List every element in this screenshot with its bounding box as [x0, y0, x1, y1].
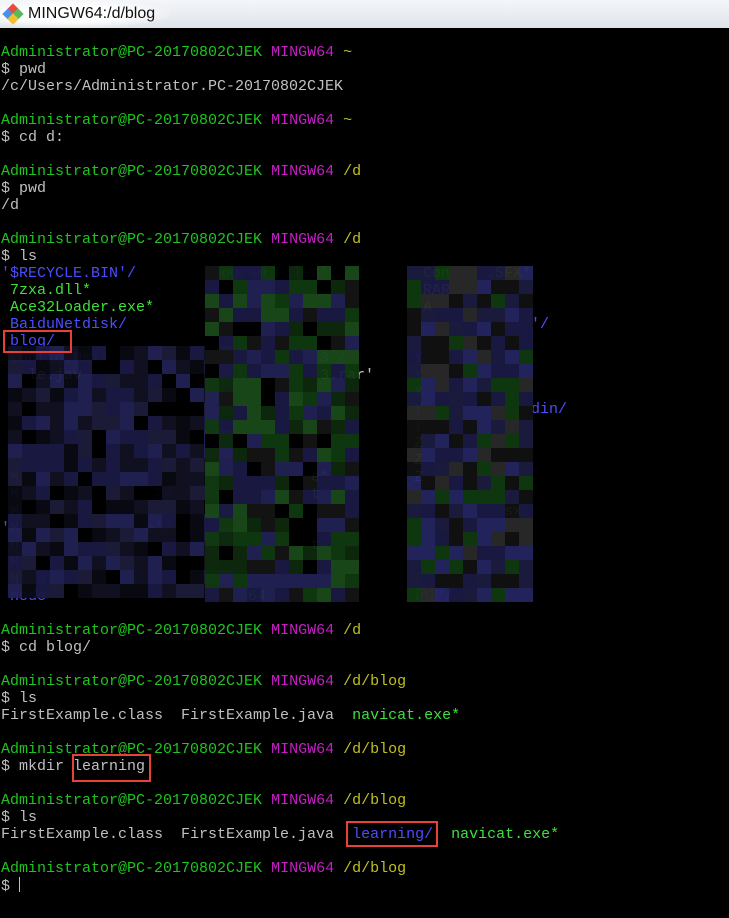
prompt-env: MINGW64 [271, 231, 335, 248]
prompt-line: Administrator@PC-20170802CJEK MINGW64 /d [1, 231, 559, 248]
prompt-path: ~ [343, 44, 353, 61]
window-title: MINGW64:/d/blog [28, 5, 156, 22]
prompt-user: Administrator@PC-20170802CJEK [1, 792, 263, 809]
prompt-path: /d [343, 622, 362, 639]
command-line: $ ls [1, 690, 559, 707]
text-cursor[interactable] [19, 877, 21, 892]
command-line: $ cd blog/ [1, 639, 559, 656]
output-text: /d [1, 197, 20, 214]
command-text: $ ls [1, 690, 38, 707]
prompt-user: Administrator@PC-20170802CJEK [1, 44, 263, 61]
prompt-path: /d [343, 163, 362, 180]
highlight-learning-dir [346, 821, 438, 847]
ls-entry: Ace32Loader.exe* [1, 299, 155, 316]
prompt-line: Administrator@PC-20170802CJEK MINGW64 /d… [1, 673, 559, 690]
prompt-path: /d/blog [343, 741, 407, 758]
output-text: /c/Users/Administrator.PC-20170802CJEK [1, 78, 344, 95]
prompt-line: Administrator@PC-20170802CJEK MINGW64 ~ [1, 112, 559, 129]
input-line: $ [1, 877, 559, 895]
prompt-user: Administrator@PC-20170802CJEK [1, 112, 263, 129]
output-text: navicat.exe* [451, 826, 560, 843]
highlight-learning-arg [72, 754, 151, 782]
command-line: $ cd d: [1, 129, 559, 146]
mosaic-block [407, 266, 533, 602]
prompt-line: Administrator@PC-20170802CJEK MINGW64 ~ [1, 44, 559, 61]
prompt-user: Administrator@PC-20170802CJEK [1, 860, 263, 877]
output-line: FirstExample.class FirstExample.java nav… [1, 707, 559, 724]
output-text: FirstExample.class FirstExample.java [1, 826, 353, 843]
title-bar: MINGW64:/d/blog [0, 0, 729, 28]
prompt-env: MINGW64 [271, 112, 335, 129]
command-text: $ cd d: [1, 129, 65, 146]
command-line: $ ls [1, 248, 559, 265]
prompt-user: Administrator@PC-20170802CJEK [1, 163, 263, 180]
prompt-line: Administrator@PC-20170802CJEK MINGW64 /d [1, 163, 559, 180]
prompt-env: MINGW64 [271, 622, 335, 639]
command-text: $ ls [1, 809, 38, 826]
command-line: $ pwd [1, 180, 559, 197]
output-line: FirstExample.class FirstExample.java lea… [1, 826, 559, 843]
command-line: $ ls [1, 809, 559, 826]
prompt-symbol: $ [1, 878, 20, 895]
prompt-user: Administrator@PC-20170802CJEK [1, 231, 263, 248]
output-text: FirstExample.class FirstExample.java [1, 707, 353, 724]
output-line: /c/Users/Administrator.PC-20170802CJEK [1, 78, 559, 95]
prompt-env: MINGW64 [271, 792, 335, 809]
command-text: $ cd blog/ [1, 639, 92, 656]
command-line: $ pwd [1, 61, 559, 78]
output-text: navicat.exe* [352, 707, 461, 724]
mosaic-block [205, 266, 359, 602]
ls-entry: 7zxa.dll* [1, 282, 92, 299]
prompt-line: Administrator@PC-20170802CJEK MINGW64 /d… [1, 860, 559, 877]
command-text: $ ls [1, 248, 38, 265]
command-text: $ pwd [1, 180, 47, 197]
prompt-env: MINGW64 [271, 673, 335, 690]
prompt-env: MINGW64 [271, 741, 335, 758]
prompt-user: Administrator@PC-20170802CJEK [1, 673, 263, 690]
output-line: /d [1, 197, 559, 214]
prompt-path: ~ [343, 112, 353, 129]
prompt-path: /d/blog [343, 860, 407, 877]
prompt-path: /d [343, 231, 362, 248]
prompt-line: Administrator@PC-20170802CJEK MINGW64 /d… [1, 792, 559, 809]
prompt-path: /d/blog [343, 792, 407, 809]
prompt-env: MINGW64 [271, 163, 335, 180]
prompt-line: Administrator@PC-20170802CJEK MINGW64 /d [1, 622, 559, 639]
prompt-user: Administrator@PC-20170802CJEK [1, 622, 263, 639]
highlight-blog [3, 330, 72, 353]
prompt-env: MINGW64 [271, 44, 335, 61]
prompt-env: MINGW64 [271, 860, 335, 877]
git-bash-logo-icon [2, 3, 24, 25]
ls-entry: '$RECYCLE.BIN'/ [1, 265, 137, 282]
command-text: $ pwd [1, 61, 47, 78]
mosaic-block [8, 346, 232, 598]
prompt-path: /d/blog [343, 673, 407, 690]
